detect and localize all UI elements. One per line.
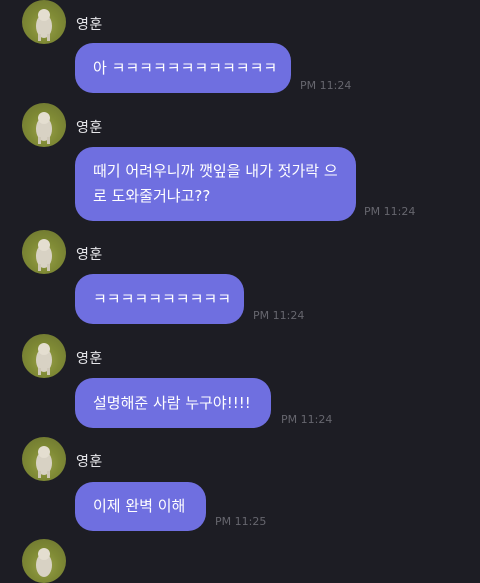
message-bubble[interactable]: 때기 어려우니까 깻잎을 내가 젓가락 으로 도와줄거냐고?? xyxy=(75,147,356,221)
message-timestamp: PM 11:24 xyxy=(300,79,352,92)
dog-icon xyxy=(36,112,52,144)
sender-name: 영훈 xyxy=(76,247,103,263)
message-bubble[interactable]: 아 ㅋㅋㅋㅋㅋㅋㅋㅋㅋㅋㅋㅋ xyxy=(75,43,291,93)
message-bubble[interactable]: 이제 완벽 이해 xyxy=(75,482,206,531)
message-text: ㅋㅋㅋㅋㅋㅋㅋㅋㅋㅋ xyxy=(93,289,232,308)
message-timestamp: PM 11:25 xyxy=(215,515,267,528)
profile-avatar[interactable] xyxy=(22,230,66,274)
message-text: 아 ㅋㅋㅋㅋㅋㅋㅋㅋㅋㅋㅋㅋ xyxy=(93,58,278,77)
message-timestamp: PM 11:24 xyxy=(364,205,416,218)
message-timestamp: PM 11:24 xyxy=(281,413,333,426)
dog-icon xyxy=(36,9,52,41)
message-bubble[interactable]: 설명해준 사람 누구야!!!! xyxy=(75,378,271,428)
message-text: 설명해준 사람 누구야!!!! xyxy=(93,393,251,412)
message-text: 때기 어려우니까 깻잎을 내가 젓가락 으로 도와줄거냐고?? xyxy=(93,162,338,205)
profile-avatar[interactable] xyxy=(22,437,66,481)
profile-avatar[interactable] xyxy=(22,334,66,378)
sender-name: 영훈 xyxy=(76,351,103,367)
chat-message-list[interactable]: 영훈 아 ㅋㅋㅋㅋㅋㅋㅋㅋㅋㅋㅋㅋ PM 11:24 영훈 때기 어려우니까 깻… xyxy=(0,0,480,583)
sender-name: 영훈 xyxy=(76,454,103,470)
message-bubble[interactable]: ㅋㅋㅋㅋㅋㅋㅋㅋㅋㅋ xyxy=(75,274,244,324)
profile-avatar[interactable] xyxy=(22,539,66,583)
dog-icon xyxy=(36,446,52,478)
dog-icon xyxy=(36,343,52,375)
dog-icon xyxy=(36,239,52,271)
sender-name: 영훈 xyxy=(76,17,103,33)
message-text: 이제 완벽 이해 xyxy=(93,497,186,515)
sender-name: 영훈 xyxy=(76,120,103,136)
dog-icon xyxy=(36,548,52,577)
message-timestamp: PM 11:24 xyxy=(253,309,305,322)
profile-avatar[interactable] xyxy=(22,0,66,44)
profile-avatar[interactable] xyxy=(22,103,66,147)
